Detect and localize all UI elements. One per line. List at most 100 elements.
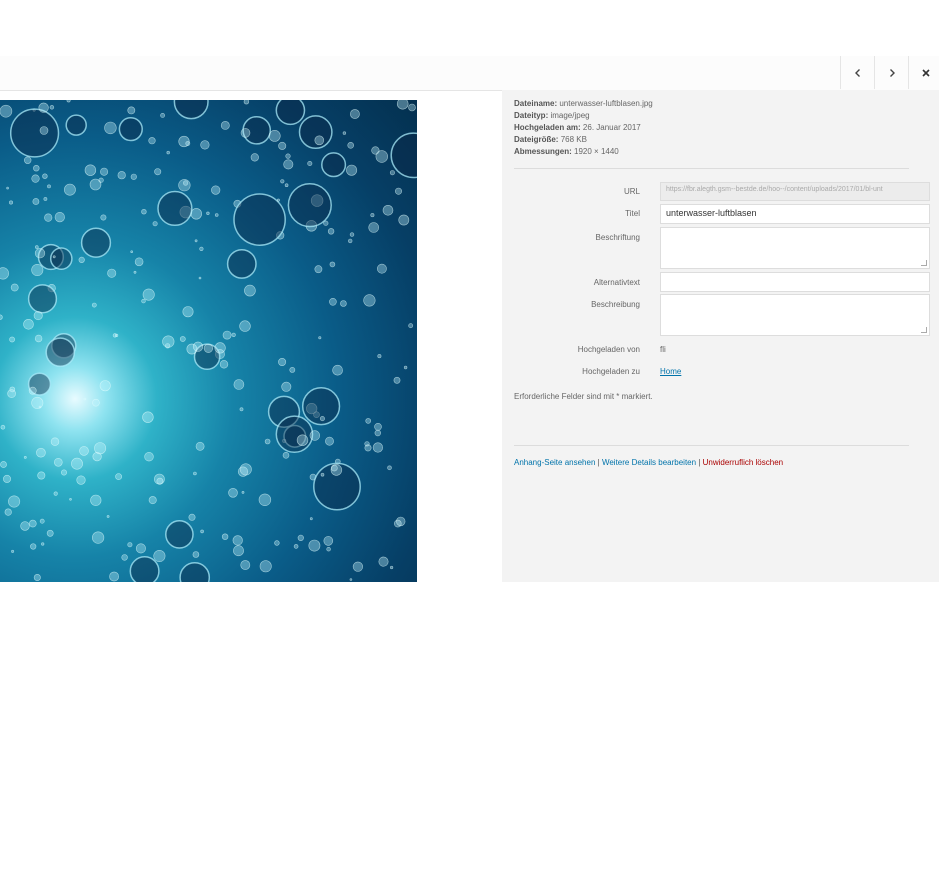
- url-field[interactable]: https://fbr.alegth.gsm--bestde.de/hoo--/…: [660, 182, 930, 201]
- bubble: [127, 542, 133, 548]
- bubble: [142, 411, 154, 423]
- bubble: [220, 120, 230, 130]
- bubble: [134, 257, 144, 267]
- bubble: [83, 397, 87, 401]
- bubble: [65, 114, 87, 136]
- bubble: [239, 407, 244, 412]
- bubble: [390, 132, 417, 179]
- chevron-left-icon: [854, 68, 860, 77]
- bubble: [278, 357, 287, 366]
- resize-grip-icon[interactable]: [921, 327, 927, 333]
- bubble: [100, 214, 107, 221]
- bubble: [394, 187, 402, 195]
- bubble: [221, 533, 229, 540]
- bubble: [39, 126, 49, 135]
- modal-header: [0, 56, 939, 91]
- bubble: [377, 354, 382, 359]
- attachment-details-sidebar: Dateiname: unterwasser-luftblasen.jpg Da…: [502, 90, 939, 582]
- bubble: [28, 386, 37, 395]
- bubble: [323, 536, 334, 546]
- bubble: [91, 531, 105, 544]
- bubble: [192, 341, 204, 352]
- divider: [514, 445, 909, 446]
- bubble: [349, 232, 355, 237]
- dimensions-row: Abmessungen: 1920 × 1440: [514, 147, 619, 156]
- bubble: [30, 543, 37, 550]
- bubble: [10, 283, 19, 292]
- bubble: [162, 335, 175, 348]
- alt-text-field[interactable]: [660, 272, 930, 292]
- bubble: [152, 221, 158, 227]
- bubble: [281, 381, 292, 392]
- bubble: [109, 571, 119, 582]
- bubble: [241, 490, 245, 494]
- bubble: [34, 334, 43, 343]
- divider: [514, 168, 909, 169]
- bubble: [71, 457, 83, 470]
- bubble: [9, 336, 15, 343]
- uploaded-to-link[interactable]: Home: [660, 367, 681, 376]
- bubble: [106, 515, 110, 518]
- bubble: [348, 238, 353, 244]
- bubble: [258, 493, 272, 506]
- close-button[interactable]: [908, 56, 941, 89]
- bubble: [364, 441, 370, 447]
- view-attachment-page-link[interactable]: Anhang-Seite ansehen: [514, 458, 595, 467]
- bubble: [387, 465, 392, 471]
- bubble: [117, 171, 126, 180]
- bubble: [0, 104, 13, 118]
- bubble: [53, 491, 58, 496]
- attachment-image: [0, 100, 417, 582]
- bubble: [130, 173, 137, 180]
- bubble: [4, 508, 12, 516]
- bubble: [94, 442, 107, 455]
- bubble: [408, 323, 414, 329]
- bubble: [41, 542, 45, 546]
- file-metadata: Dateiname: unterwasser-luftblasen.jpg Da…: [514, 98, 653, 158]
- bubble: [100, 167, 109, 176]
- bubble: [0, 424, 6, 430]
- bubble: [346, 164, 358, 176]
- bubble: [250, 153, 259, 162]
- bubble: [307, 160, 313, 166]
- description-field[interactable]: [660, 294, 930, 336]
- bubble: [321, 152, 347, 178]
- bubble: [268, 130, 281, 142]
- edit-more-details-link[interactable]: Weitere Details bearbeiten: [602, 458, 696, 467]
- bubble: [8, 495, 21, 508]
- bubble: [141, 298, 146, 304]
- bubble: [157, 190, 193, 227]
- filename: unterwasser-luftblasen.jpg: [559, 99, 653, 108]
- underwater-bubbles-photo: [0, 100, 417, 582]
- bubble: [24, 156, 32, 164]
- bubble: [365, 418, 372, 424]
- next-button[interactable]: [874, 56, 908, 89]
- bubble: [239, 320, 251, 332]
- bubble: [144, 452, 154, 462]
- bubble: [214, 342, 226, 354]
- bubble: [31, 174, 40, 183]
- uploaded-date-row: Hochgeladen am: 26. Januar 2017: [514, 123, 641, 132]
- bubble: [370, 213, 375, 218]
- bubble: [118, 116, 143, 142]
- bubble: [91, 302, 97, 308]
- bubble: [349, 578, 353, 581]
- bubble: [60, 469, 67, 476]
- bubble: [206, 211, 210, 216]
- uploaded-to-label: Hochgeladen zu: [582, 367, 640, 376]
- bubble: [297, 534, 304, 542]
- resize-grip-icon[interactable]: [921, 260, 927, 266]
- bubble: [133, 270, 137, 274]
- previous-button[interactable]: [840, 56, 874, 89]
- filesize-row: Dateigröße: 768 KB: [514, 135, 587, 144]
- bubble: [284, 183, 289, 187]
- bubble: [393, 376, 401, 384]
- bubble: [329, 298, 337, 306]
- bubble: [0, 461, 7, 468]
- bubble: [264, 438, 271, 445]
- delete-permanently-link[interactable]: Unwiderruflich löschen: [703, 458, 783, 467]
- bubble: [275, 100, 306, 126]
- caption-field[interactable]: [660, 227, 930, 269]
- title-field[interactable]: unterwasser-luftblasen: [660, 204, 930, 224]
- bubble: [259, 560, 272, 573]
